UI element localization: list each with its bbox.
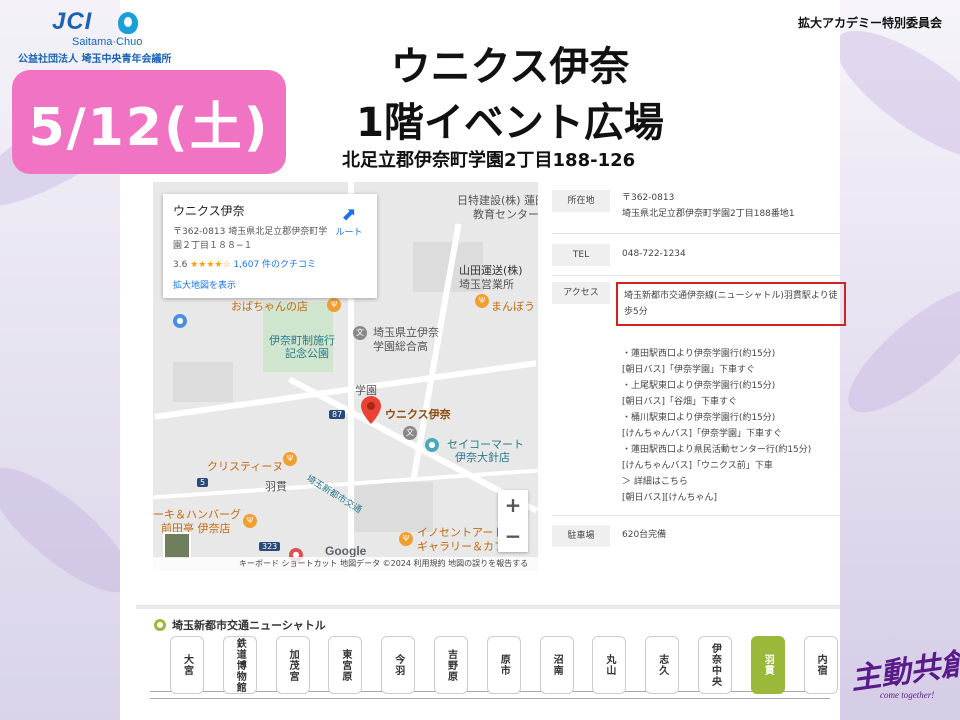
route-button[interactable]: ⬈ ルート <box>331 204 367 238</box>
station-1: 鉄道博物館 <box>222 636 257 694</box>
zoom-in-button[interactable]: + <box>498 490 528 521</box>
divider <box>136 605 840 609</box>
zoom-control: + − <box>498 490 528 552</box>
google-logo: Google <box>325 544 367 558</box>
shop-icon[interactable]: ● <box>425 438 439 452</box>
station-4: 今羽 <box>381 636 416 694</box>
info-value: 620台完備 <box>622 530 667 540</box>
shuttle-line-diagram: 埼玉新都市交通ニューシャトル 大宮 鉄道博物館 加茂宮 東宮原 今羽 吉野原 原市 沼南 丸山志… <box>136 605 840 720</box>
line-dot-icon <box>154 619 166 631</box>
logo-org: 公益社団法人 埼玉中央青年会議所 <box>18 54 172 65</box>
map-label: 学園総合高 <box>373 340 428 353</box>
station-5: 吉野原 <box>434 636 468 694</box>
map-label: ウニクス伊奈 <box>385 408 451 421</box>
station-3: 東宮原 <box>328 636 363 694</box>
committee-name: 拡大アカデミー特別委員会 <box>797 16 942 30</box>
station-8: 丸山 <box>592 636 627 694</box>
access-list: ・蓮田駅西口より伊奈学園行(約15分) [朝日バス]「伊奈学園」下車すぐ ・上尾… <box>622 346 840 506</box>
station-9: 志久 <box>645 636 680 694</box>
details-link[interactable]: ＞ 詳細はこちら <box>622 474 840 490</box>
star-rating-icon: ★★★★☆ <box>190 260 231 270</box>
line-title-text: 埼玉新都市交通ニューシャトル <box>172 619 326 632</box>
restaurant-icon[interactable]: Ψ <box>243 514 257 528</box>
badge-icon <box>118 12 138 34</box>
venue-address: 北足立郡伊奈町学園2丁目188-126 <box>342 150 636 171</box>
station-11: 羽貫 <box>750 636 785 694</box>
list-item: [けんちゃんバス]「ウニクス前」下車 <box>622 461 773 471</box>
venue-subtitle: 1階イベント広場 <box>356 100 664 146</box>
map-label: 伊奈大針店 <box>455 451 510 464</box>
school-icon[interactable]: 文 <box>353 326 367 340</box>
info-label: 所在地 <box>552 190 610 212</box>
access-highlight: 埼玉新都市交通伊奈線(ニューシャトル)羽貫駅より徒歩5分 <box>616 282 846 326</box>
list-item: ・上尾駅東口より伊奈学園行(約15分) <box>622 381 776 391</box>
date-badge: 5/12(土) <box>12 70 286 174</box>
road-5-shield: 5 <box>197 478 209 487</box>
list-item: [朝日バス][けんちゃん] <box>622 493 718 503</box>
venue-info-table: 所在地 〒362-0813 埼玉県北足立郡伊奈町学園2丁目188番地1 TEL … <box>552 184 846 556</box>
route-label: ルート <box>335 228 363 238</box>
info-value: 〒362-0813 埼玉県北足立郡伊奈町学園2丁目188番地1 <box>622 193 795 219</box>
rating-value: 3.6 <box>173 260 188 270</box>
place-rating: 3.6 ★★★★☆ 1,607 件のクチコミ <box>173 257 367 270</box>
location-pin-icon[interactable] <box>361 396 381 424</box>
map-label: 埼玉営業所 <box>459 278 514 291</box>
list-item: ・蓮田駅西口より県民活動センター行(約15分) <box>622 445 812 455</box>
place-card[interactable]: ウニクス伊奈 〒362-0813 埼玉県北足立郡伊奈町学園２丁目１８８−１ 3.… <box>163 194 377 298</box>
list-item: [けんちゃんバス]「伊奈学園」下車すぐ <box>622 429 783 439</box>
larger-map-link[interactable]: 拡大地図を表示 <box>173 278 367 291</box>
place-address: 〒362-0813 埼玉県北足立郡伊奈町学園２丁目１８８−１ <box>173 227 328 251</box>
logo-text: JCI <box>52 8 93 35</box>
map-label: ギャラリー＆カフ <box>417 540 505 553</box>
map-label: 教育センター <box>473 208 538 221</box>
list-item: ・蓮田駅西口より伊奈学園行(約15分) <box>622 349 776 359</box>
school-icon[interactable]: 文 <box>403 426 417 440</box>
bus-icon[interactable]: ● <box>173 314 187 328</box>
cafe-icon[interactable]: Ψ <box>399 532 413 546</box>
station-7: 沼南 <box>539 636 574 694</box>
logo-sub: Saitama·Chuo <box>72 36 143 48</box>
map-label: 羽貫 <box>265 480 287 493</box>
info-value: 埼玉新都市交通伊奈線(ニューシャトル)羽貫駅より徒歩5分 ・蓮田駅西口より伊奈学… <box>616 276 846 512</box>
info-label: アクセス <box>552 282 610 304</box>
station-10: 伊奈中央 <box>698 636 732 694</box>
restaurant-icon[interactable]: Ψ <box>283 452 297 466</box>
list-item: [朝日バス]「谷畑」下車すぐ <box>622 397 738 407</box>
info-label: 駐車場 <box>552 525 610 547</box>
road-87-shield: 87 <box>329 410 346 419</box>
station-2: 加茂宮 <box>275 636 310 694</box>
map-label: おばちゃんの店 <box>231 300 308 313</box>
mascot-sub: come together! <box>880 690 935 700</box>
line-title: 埼玉新都市交通ニューシャトル <box>154 617 326 633</box>
map-label: まんぼう <box>491 300 535 313</box>
restaurant-icon[interactable]: Ψ <box>327 298 341 312</box>
map-label: クリスティーヌ <box>207 460 284 473</box>
station-12: 内宿 <box>803 636 838 694</box>
google-map[interactable]: 日特建設(株) 蓮田 教育センター 山田運送(株) 埼玉営業所 おばちゃんの店 … <box>153 182 538 571</box>
jci-logo: JCI Saitama·Chuo 公益社団法人 埼玉中央青年会議所 <box>18 8 172 68</box>
station-6: 原市 <box>486 636 521 694</box>
info-row-parking: 駐車場 620台完備 <box>552 516 840 556</box>
venue-title: ウニクス伊奈 <box>390 44 630 90</box>
reviews-link[interactable]: 1,607 件のクチコミ <box>233 260 316 270</box>
info-label: TEL <box>552 244 610 266</box>
road-323-shield: 323 <box>259 542 281 551</box>
zoom-out-button[interactable]: − <box>498 521 528 552</box>
satellite-toggle[interactable] <box>163 532 191 560</box>
restaurant-icon[interactable]: Ψ <box>475 294 489 308</box>
info-row-tel: TEL 048-722-1234 <box>552 234 840 276</box>
list-item: [朝日バス]「伊奈学園」下車すぐ <box>622 365 756 375</box>
station-0: 大宮 <box>170 636 204 694</box>
list-item: ・桶川駅東口より伊奈学園行(約15分) <box>622 413 776 423</box>
directions-icon: ⬈ <box>341 204 357 225</box>
map-label: 記念公園 <box>285 347 329 360</box>
info-row-address: 所在地 〒362-0813 埼玉県北足立郡伊奈町学園2丁目188番地1 <box>552 184 840 234</box>
map-footer: キーボード ショートカット 地図データ ©2024 利用規約 地図の誤りを報告す… <box>153 557 538 571</box>
map-block <box>173 362 233 402</box>
info-value: 048-722-1234 <box>622 249 686 259</box>
mascot-logo: 主動共創 come together! <box>849 640 960 710</box>
info-row-access: アクセス 埼玉新都市交通伊奈線(ニューシャトル)羽貫駅より徒歩5分 ・蓮田駅西口… <box>552 276 846 516</box>
